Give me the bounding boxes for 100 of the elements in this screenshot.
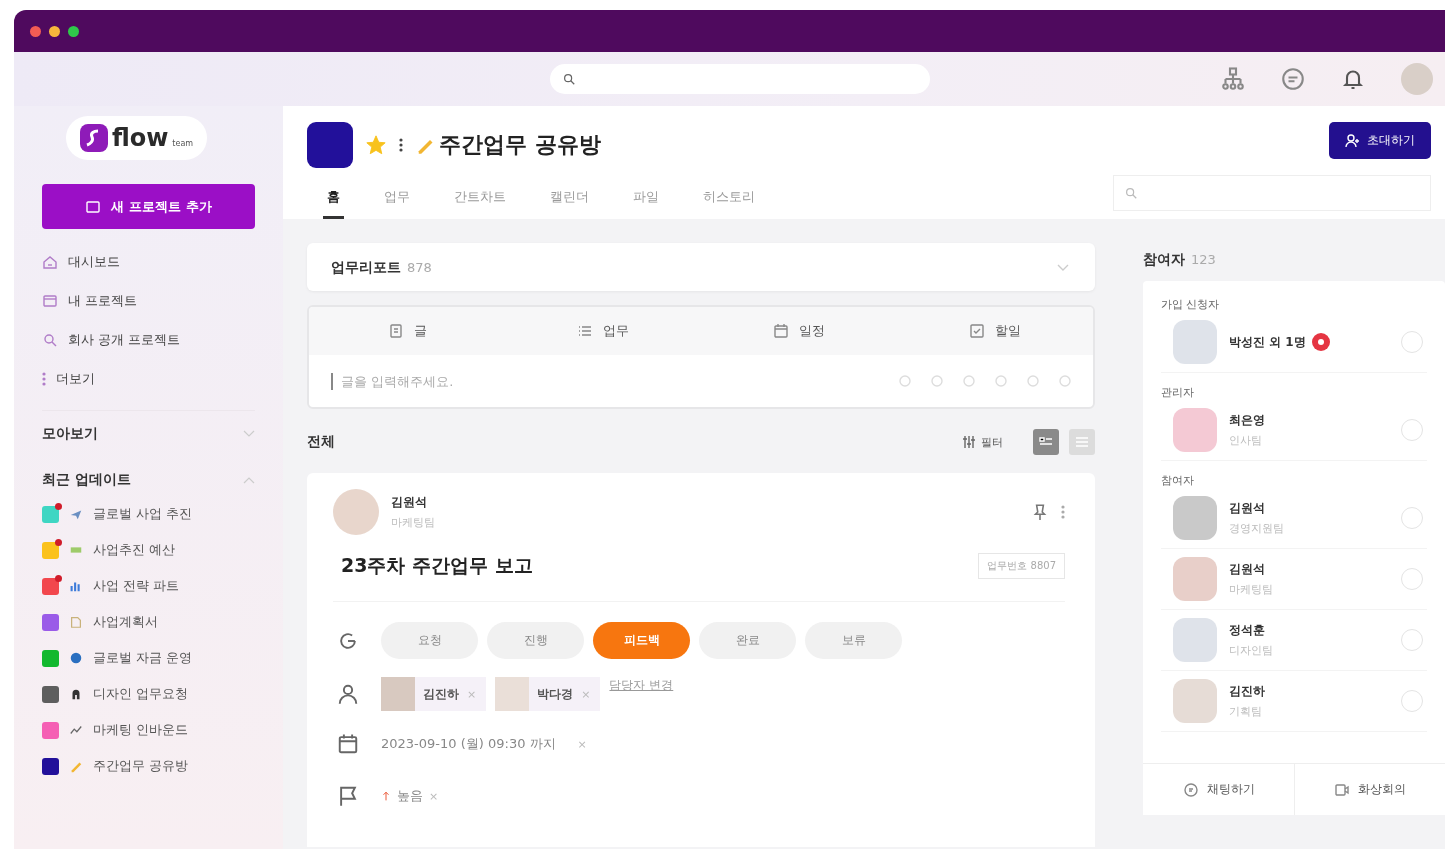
- chat-icon: [1182, 781, 1199, 798]
- report-bar[interactable]: 업무리포트 878: [307, 243, 1095, 291]
- maximize-window-button[interactable]: [68, 25, 79, 37]
- nav-item[interactable]: 회사 공개 프로젝트: [42, 331, 255, 349]
- video-icon: [1334, 781, 1350, 798]
- member-team: 인사팀: [1229, 433, 1263, 448]
- project-item[interactable]: 글로벌 사업 추진: [42, 505, 255, 523]
- logo-icon: [79, 124, 108, 152]
- project-item[interactable]: 사업 전략 파트: [42, 577, 255, 595]
- folder-icon: [42, 293, 58, 309]
- tab[interactable]: 홈: [323, 182, 344, 219]
- feed-title: 전체: [307, 433, 335, 451]
- close-window-button[interactable]: [30, 25, 41, 37]
- card-view-icon: [1039, 436, 1053, 448]
- calendar-icon: [773, 323, 789, 339]
- home-icon: [42, 254, 58, 270]
- list-view-icon: [1075, 436, 1089, 448]
- nav-item[interactable]: 더보기: [42, 370, 255, 388]
- project-item[interactable]: 사업계획서: [42, 613, 255, 631]
- search-field[interactable]: [1113, 175, 1431, 211]
- member-menu-button[interactable]: [1401, 419, 1423, 441]
- member-menu-button[interactable]: [1401, 331, 1423, 353]
- member-menu-button[interactable]: [1401, 507, 1423, 529]
- search-icon: [42, 332, 58, 348]
- project-title: 주간업무 공유방: [439, 131, 601, 159]
- avatar-placeholder: [1173, 408, 1217, 452]
- avatar-placeholder: [1173, 496, 1217, 540]
- list-view-button[interactable]: [1069, 429, 1095, 455]
- member-name: 정석훈: [1229, 622, 1265, 639]
- avatar-placeholder: [1173, 679, 1217, 723]
- pin-icon: [1031, 501, 1049, 523]
- member-team: 마케팅팀: [1229, 582, 1274, 597]
- priority: 높음: [397, 787, 423, 805]
- flag-icon: [337, 785, 359, 807]
- avatar-placeholder: [381, 677, 415, 711]
- nav-item[interactable]: 내 프로젝트: [42, 292, 255, 310]
- project-item[interactable]: 글로벌 자금 운영: [42, 649, 255, 667]
- chevron-down-icon[interactable]: [243, 430, 255, 438]
- calendar-icon: [337, 733, 359, 755]
- member-name: 김원석: [1229, 500, 1265, 517]
- folder-add-icon: [85, 198, 102, 215]
- author-name: 김원석: [391, 494, 428, 511]
- logo: flow team: [65, 116, 208, 160]
- avatar-placeholder: [1173, 557, 1217, 601]
- new-project-button[interactable]: 새 프로젝트 추가: [42, 184, 255, 229]
- chevron-up-icon[interactable]: [243, 476, 255, 484]
- member-name: 최은영: [1229, 412, 1265, 429]
- project-item[interactable]: 디자인 업무요청: [42, 685, 255, 703]
- post-type-tab[interactable]: 할일: [897, 307, 1093, 355]
- trend-icon: [69, 723, 83, 737]
- section-title: 모아보기: [42, 425, 98, 443]
- project-item[interactable]: 사업추진 예산: [42, 541, 255, 559]
- due-date: 2023-09-10 (월) 09:30 까지: [381, 735, 556, 753]
- add-person-icon: [1345, 132, 1361, 149]
- memo-icon: [69, 615, 83, 629]
- member-name: 박성진 외 1명: [1229, 333, 1306, 351]
- invite-button[interactable]: 초대하기: [1329, 122, 1431, 159]
- member-menu-button[interactable]: [1401, 568, 1423, 590]
- group-title: 가입 신청자: [1161, 297, 1221, 312]
- avatar-placeholder: [495, 677, 530, 711]
- card-view-button[interactable]: [1033, 429, 1059, 455]
- search-icon: [562, 72, 576, 86]
- filter-icon: [961, 434, 977, 450]
- search-icon: [1124, 186, 1138, 200]
- member-team: 디자인팀: [1229, 643, 1274, 658]
- avatar-placeholder: [333, 489, 379, 535]
- author-team: 마케팅팀: [391, 515, 435, 530]
- filter-button[interactable]: 필터: [955, 433, 1009, 451]
- task-number: 업무번호 8807: [978, 553, 1065, 579]
- member-menu-button[interactable]: [1401, 690, 1423, 712]
- report-label: 업무리포트 878: [331, 258, 432, 277]
- post-type-tab[interactable]: 업무: [505, 307, 701, 355]
- participants-title: 참여자 123: [1143, 250, 1217, 269]
- group-title: 참여자: [1161, 473, 1195, 488]
- avatar-placeholder: [1173, 320, 1217, 364]
- checkbox-icon: [969, 323, 985, 339]
- section-title: 최근 업데이트: [42, 471, 131, 489]
- member-menu-button[interactable]: [1401, 629, 1423, 651]
- member-name: 김진하: [1229, 683, 1265, 700]
- post-type-tab[interactable]: 일정: [701, 307, 897, 355]
- person-icon: [337, 683, 359, 705]
- minimize-window-button[interactable]: [49, 25, 60, 37]
- project-item[interactable]: 마케팅 인바운드: [42, 721, 255, 739]
- member-team: 기획팀: [1229, 704, 1263, 719]
- post-type-tab[interactable]: 글: [309, 307, 505, 355]
- chat-icon: [1281, 67, 1305, 91]
- user-avatar[interactable]: [1401, 63, 1433, 95]
- member-team: 경영지원팀: [1229, 521, 1285, 536]
- nav-item[interactable]: 대시보드: [42, 253, 255, 271]
- action-button[interactable]: 화상회의: [1294, 764, 1445, 815]
- document-icon: [387, 323, 404, 339]
- project-item[interactable]: 주간업무 공유방: [42, 757, 255, 775]
- search-field[interactable]: [550, 64, 930, 94]
- globe-icon: [69, 651, 83, 665]
- group-title: 관리자: [1161, 385, 1195, 400]
- org-chart-icon: [1221, 67, 1245, 91]
- assignee-name: 김진하: [423, 685, 459, 703]
- star-icon[interactable]: [365, 134, 387, 156]
- avatar-placeholder: [1173, 618, 1217, 662]
- member-name: 김원석: [1229, 561, 1265, 578]
